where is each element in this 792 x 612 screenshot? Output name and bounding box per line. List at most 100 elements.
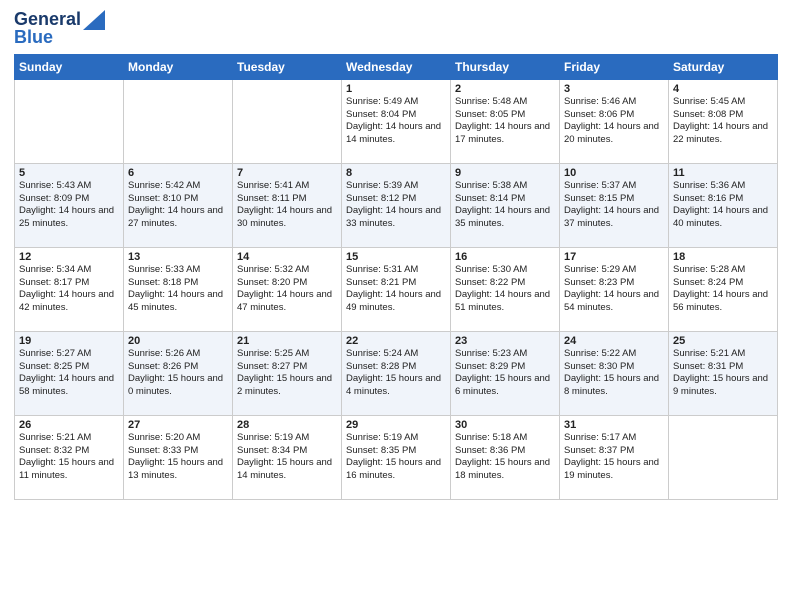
day-cell: 27Sunrise: 5:20 AM Sunset: 8:33 PM Dayli… — [124, 415, 233, 499]
day-info: Sunrise: 5:28 AM Sunset: 8:24 PM Dayligh… — [673, 264, 773, 315]
day-cell: 10Sunrise: 5:37 AM Sunset: 8:15 PM Dayli… — [560, 163, 669, 247]
day-number: 27 — [128, 419, 228, 431]
day-cell: 2Sunrise: 5:48 AM Sunset: 8:05 PM Daylig… — [451, 79, 560, 163]
day-number: 5 — [19, 167, 119, 179]
day-cell: 25Sunrise: 5:21 AM Sunset: 8:31 PM Dayli… — [669, 331, 778, 415]
week-row-3: 19Sunrise: 5:27 AM Sunset: 8:25 PM Dayli… — [15, 331, 778, 415]
day-info: Sunrise: 5:29 AM Sunset: 8:23 PM Dayligh… — [564, 264, 664, 315]
day-info: Sunrise: 5:45 AM Sunset: 8:08 PM Dayligh… — [673, 96, 773, 147]
day-cell: 30Sunrise: 5:18 AM Sunset: 8:36 PM Dayli… — [451, 415, 560, 499]
day-number: 20 — [128, 335, 228, 347]
day-cell: 5Sunrise: 5:43 AM Sunset: 8:09 PM Daylig… — [15, 163, 124, 247]
week-row-0: 1Sunrise: 5:49 AM Sunset: 8:04 PM Daylig… — [15, 79, 778, 163]
day-cell: 14Sunrise: 5:32 AM Sunset: 8:20 PM Dayli… — [233, 247, 342, 331]
day-cell: 15Sunrise: 5:31 AM Sunset: 8:21 PM Dayli… — [342, 247, 451, 331]
day-cell: 1Sunrise: 5:49 AM Sunset: 8:04 PM Daylig… — [342, 79, 451, 163]
day-number: 7 — [237, 167, 337, 179]
day-cell: 13Sunrise: 5:33 AM Sunset: 8:18 PM Dayli… — [124, 247, 233, 331]
day-info: Sunrise: 5:24 AM Sunset: 8:28 PM Dayligh… — [346, 348, 446, 399]
day-info: Sunrise: 5:36 AM Sunset: 8:16 PM Dayligh… — [673, 180, 773, 231]
day-info: Sunrise: 5:30 AM Sunset: 8:22 PM Dayligh… — [455, 264, 555, 315]
week-row-2: 12Sunrise: 5:34 AM Sunset: 8:17 PM Dayli… — [15, 247, 778, 331]
day-info: Sunrise: 5:33 AM Sunset: 8:18 PM Dayligh… — [128, 264, 228, 315]
day-info: Sunrise: 5:43 AM Sunset: 8:09 PM Dayligh… — [19, 180, 119, 231]
day-info: Sunrise: 5:48 AM Sunset: 8:05 PM Dayligh… — [455, 96, 555, 147]
day-cell: 28Sunrise: 5:19 AM Sunset: 8:34 PM Dayli… — [233, 415, 342, 499]
day-header-sunday: Sunday — [15, 54, 124, 79]
day-number: 9 — [455, 167, 555, 179]
day-number: 29 — [346, 419, 446, 431]
day-info: Sunrise: 5:41 AM Sunset: 8:11 PM Dayligh… — [237, 180, 337, 231]
day-number: 31 — [564, 419, 664, 431]
day-number: 12 — [19, 251, 119, 263]
header: General Blue — [14, 10, 778, 48]
day-cell: 12Sunrise: 5:34 AM Sunset: 8:17 PM Dayli… — [15, 247, 124, 331]
day-number: 8 — [346, 167, 446, 179]
day-header-friday: Friday — [560, 54, 669, 79]
header-row: SundayMondayTuesdayWednesdayThursdayFrid… — [15, 54, 778, 79]
day-info: Sunrise: 5:38 AM Sunset: 8:14 PM Dayligh… — [455, 180, 555, 231]
day-cell: 24Sunrise: 5:22 AM Sunset: 8:30 PM Dayli… — [560, 331, 669, 415]
day-number: 17 — [564, 251, 664, 263]
day-cell: 8Sunrise: 5:39 AM Sunset: 8:12 PM Daylig… — [342, 163, 451, 247]
day-number: 14 — [237, 251, 337, 263]
day-number: 23 — [455, 335, 555, 347]
calendar-table: SundayMondayTuesdayWednesdayThursdayFrid… — [14, 54, 778, 500]
day-header-saturday: Saturday — [669, 54, 778, 79]
day-number: 2 — [455, 83, 555, 95]
day-header-thursday: Thursday — [451, 54, 560, 79]
day-info: Sunrise: 5:21 AM Sunset: 8:31 PM Dayligh… — [673, 348, 773, 399]
day-info: Sunrise: 5:26 AM Sunset: 8:26 PM Dayligh… — [128, 348, 228, 399]
day-info: Sunrise: 5:32 AM Sunset: 8:20 PM Dayligh… — [237, 264, 337, 315]
day-info: Sunrise: 5:27 AM Sunset: 8:25 PM Dayligh… — [19, 348, 119, 399]
day-cell: 7Sunrise: 5:41 AM Sunset: 8:11 PM Daylig… — [233, 163, 342, 247]
logo-triangle-icon — [83, 10, 105, 30]
day-number: 10 — [564, 167, 664, 179]
logo-text: General Blue — [14, 10, 105, 48]
day-cell — [15, 79, 124, 163]
day-cell: 19Sunrise: 5:27 AM Sunset: 8:25 PM Dayli… — [15, 331, 124, 415]
day-cell: 21Sunrise: 5:25 AM Sunset: 8:27 PM Dayli… — [233, 331, 342, 415]
day-info: Sunrise: 5:37 AM Sunset: 8:15 PM Dayligh… — [564, 180, 664, 231]
day-number: 18 — [673, 251, 773, 263]
day-number: 4 — [673, 83, 773, 95]
day-cell: 31Sunrise: 5:17 AM Sunset: 8:37 PM Dayli… — [560, 415, 669, 499]
day-info: Sunrise: 5:17 AM Sunset: 8:37 PM Dayligh… — [564, 432, 664, 483]
day-number: 26 — [19, 419, 119, 431]
day-number: 3 — [564, 83, 664, 95]
day-number: 30 — [455, 419, 555, 431]
day-number: 1 — [346, 83, 446, 95]
day-info: Sunrise: 5:22 AM Sunset: 8:30 PM Dayligh… — [564, 348, 664, 399]
day-cell: 9Sunrise: 5:38 AM Sunset: 8:14 PM Daylig… — [451, 163, 560, 247]
day-info: Sunrise: 5:19 AM Sunset: 8:34 PM Dayligh… — [237, 432, 337, 483]
day-cell: 20Sunrise: 5:26 AM Sunset: 8:26 PM Dayli… — [124, 331, 233, 415]
day-cell: 23Sunrise: 5:23 AM Sunset: 8:29 PM Dayli… — [451, 331, 560, 415]
day-number: 21 — [237, 335, 337, 347]
day-info: Sunrise: 5:34 AM Sunset: 8:17 PM Dayligh… — [19, 264, 119, 315]
day-cell — [669, 415, 778, 499]
day-info: Sunrise: 5:25 AM Sunset: 8:27 PM Dayligh… — [237, 348, 337, 399]
day-number: 6 — [128, 167, 228, 179]
day-cell: 17Sunrise: 5:29 AM Sunset: 8:23 PM Dayli… — [560, 247, 669, 331]
day-info: Sunrise: 5:46 AM Sunset: 8:06 PM Dayligh… — [564, 96, 664, 147]
calendar-page: General Blue SundayMondayTuesdayWednesda… — [0, 0, 792, 612]
day-cell: 3Sunrise: 5:46 AM Sunset: 8:06 PM Daylig… — [560, 79, 669, 163]
day-number: 19 — [19, 335, 119, 347]
day-cell: 4Sunrise: 5:45 AM Sunset: 8:08 PM Daylig… — [669, 79, 778, 163]
day-info: Sunrise: 5:18 AM Sunset: 8:36 PM Dayligh… — [455, 432, 555, 483]
day-number: 25 — [673, 335, 773, 347]
day-number: 28 — [237, 419, 337, 431]
day-cell — [233, 79, 342, 163]
day-header-wednesday: Wednesday — [342, 54, 451, 79]
day-number: 13 — [128, 251, 228, 263]
day-number: 16 — [455, 251, 555, 263]
day-cell: 29Sunrise: 5:19 AM Sunset: 8:35 PM Dayli… — [342, 415, 451, 499]
day-cell: 11Sunrise: 5:36 AM Sunset: 8:16 PM Dayli… — [669, 163, 778, 247]
week-row-1: 5Sunrise: 5:43 AM Sunset: 8:09 PM Daylig… — [15, 163, 778, 247]
day-cell: 22Sunrise: 5:24 AM Sunset: 8:28 PM Dayli… — [342, 331, 451, 415]
day-header-tuesday: Tuesday — [233, 54, 342, 79]
week-row-4: 26Sunrise: 5:21 AM Sunset: 8:32 PM Dayli… — [15, 415, 778, 499]
day-header-monday: Monday — [124, 54, 233, 79]
day-cell: 6Sunrise: 5:42 AM Sunset: 8:10 PM Daylig… — [124, 163, 233, 247]
day-number: 11 — [673, 167, 773, 179]
